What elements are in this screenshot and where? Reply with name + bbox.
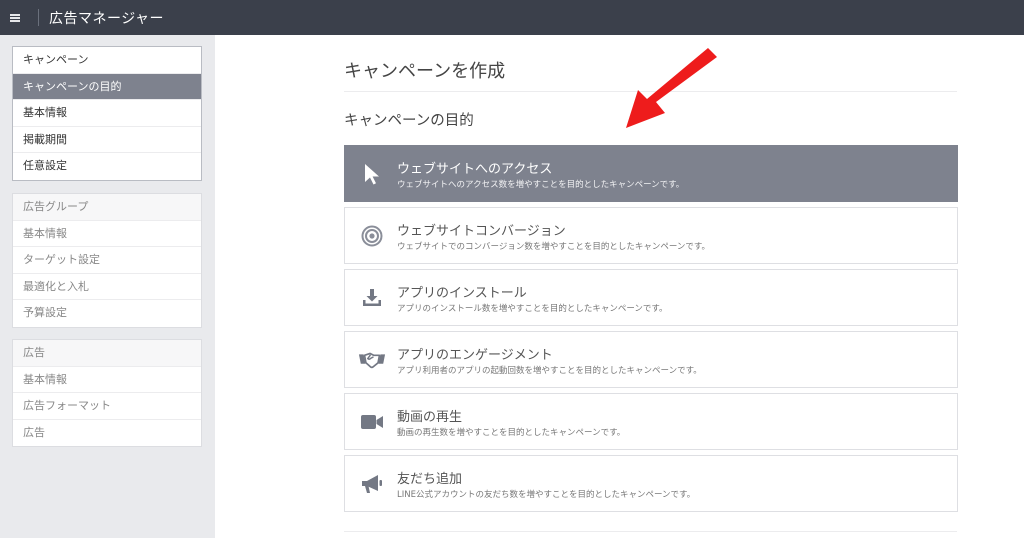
megaphone-icon xyxy=(358,470,386,498)
app-title: 広告マネージャー xyxy=(49,10,165,27)
page-title: キャンペーンを作成 xyxy=(344,61,506,82)
cursor-icon xyxy=(358,160,386,188)
option-description: 動画の再生数を増やすことを目的としたキャンペーンです。 xyxy=(397,428,626,438)
option-title: 友だち追加 xyxy=(397,472,463,487)
sidebar: キャンペーン キャンペーンの目的 基本情報 掲載期間 任意設定 広告グループ 基… xyxy=(0,35,215,538)
objective-option-video-views[interactable]: 動画の再生 動画の再生数を増やすことを目的としたキャンペーンです。 xyxy=(344,393,958,450)
sidebar-item-ad-format[interactable]: 広告フォーマット xyxy=(13,393,201,420)
objective-option-app-install[interactable]: アプリのインストール アプリのインストール数を増やすことを目的としたキャンペーン… xyxy=(344,269,958,326)
sidebar-item-basic-info[interactable]: 基本情報 xyxy=(13,100,201,127)
hamburger-menu-icon[interactable] xyxy=(0,0,30,35)
sidebar-item-ad[interactable]: 広告 xyxy=(13,340,201,367)
option-title: ウェブサイトへのアクセス xyxy=(397,162,553,177)
sidebar-item-campaign[interactable]: キャンペーン xyxy=(13,47,201,74)
option-title: アプリのインストール xyxy=(397,286,527,301)
objective-option-website-traffic[interactable]: ウェブサイトへのアクセス ウェブサイトへのアクセス数を増やすことを目的としたキャ… xyxy=(344,145,958,202)
divider xyxy=(38,9,39,26)
sidebar-item-schedule[interactable]: 掲載期間 xyxy=(13,127,201,153)
nav-group-ad: 広告 基本情報 広告フォーマット 広告 xyxy=(12,339,202,447)
sidebar-item-targeting[interactable]: ターゲット設定 xyxy=(13,247,201,274)
objective-option-app-engagement[interactable]: アプリのエンゲージメント アプリ利用者のアプリの起動回数を増やすことを目的とした… xyxy=(344,331,958,388)
sidebar-item-ad-creative[interactable]: 広告 xyxy=(13,420,201,447)
video-camera-icon xyxy=(358,408,386,436)
sidebar-item-adgroup-basic-info[interactable]: 基本情報 xyxy=(13,221,201,247)
section-title: キャンペーンの目的 xyxy=(344,113,474,129)
objective-option-website-conversion[interactable]: ウェブサイトコンバージョン ウェブサイトでのコンバージョン数を増やすことを目的と… xyxy=(344,207,958,264)
sidebar-item-optional-settings[interactable]: 任意設定 xyxy=(13,153,201,180)
sidebar-item-adgroup[interactable]: 広告グループ xyxy=(13,194,201,221)
option-description: ウェブサイトへのアクセス数を増やすことを目的としたキャンペーンです。 xyxy=(397,180,685,190)
sidebar-item-campaign-objective[interactable]: キャンペーンの目的 xyxy=(13,73,201,100)
nav-group-adgroup: 広告グループ 基本情報 ターゲット設定 最適化と入札 予算設定 xyxy=(12,193,202,328)
download-icon xyxy=(358,284,386,312)
divider xyxy=(344,531,957,532)
option-description: ウェブサイトでのコンバージョン数を増やすことを目的としたキャンペーンです。 xyxy=(397,242,711,252)
annotation-arrow-icon xyxy=(626,48,717,128)
option-description: LINE公式アカウントの友だち数を増やすことを目的としたキャンペーンです。 xyxy=(397,490,696,500)
top-bar: 広告マネージャー xyxy=(0,0,1024,35)
objective-options: ウェブサイトへのアクセス ウェブサイトへのアクセス数を増やすことを目的としたキャ… xyxy=(344,145,958,517)
sidebar-item-budget[interactable]: 予算設定 xyxy=(13,300,201,327)
option-title: ウェブサイトコンバージョン xyxy=(397,224,566,239)
option-title: 動画の再生 xyxy=(397,410,463,425)
option-description: アプリ利用者のアプリの起動回数を増やすことを目的としたキャンペーンです。 xyxy=(397,366,702,376)
sidebar-item-ad-basic-info[interactable]: 基本情報 xyxy=(13,367,201,393)
sidebar-item-optimization-bidding[interactable]: 最適化と入札 xyxy=(13,274,201,300)
objective-option-add-friends[interactable]: 友だち追加 LINE公式アカウントの友だち数を増やすことを目的としたキャンペーン… xyxy=(344,455,958,512)
option-description: アプリのインストール数を増やすことを目的としたキャンペーンです。 xyxy=(397,304,668,314)
handshake-icon xyxy=(358,346,386,374)
nav-group-campaign: キャンペーン キャンペーンの目的 基本情報 掲載期間 任意設定 xyxy=(12,46,202,181)
option-title: アプリのエンゲージメント xyxy=(397,348,553,363)
target-icon xyxy=(358,222,386,250)
